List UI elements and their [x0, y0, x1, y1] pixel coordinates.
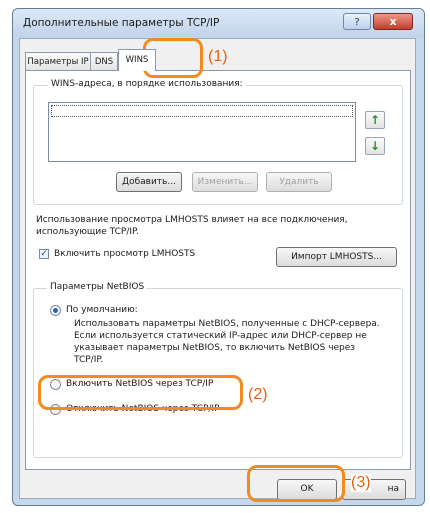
- close-button[interactable]: x: [373, 13, 413, 30]
- netbios-default-description: Использовать параметры NetBIOS, полученн…: [74, 319, 380, 365]
- netbios-group-label: Параметры NetBIOS: [47, 282, 148, 292]
- netbios-default-label: По умолчанию:: [66, 305, 138, 315]
- help-button[interactable]: ?: [343, 13, 371, 30]
- lmhosts-checkbox-label: Включить просмотр LMHOSTS: [54, 249, 196, 259]
- callout-2: (2): [248, 386, 268, 403]
- callout-3: (3): [351, 474, 371, 492]
- callout-1: (1): [208, 48, 228, 65]
- lmhosts-info-text: Использование просмотра LMHOSTS влияет н…: [36, 215, 348, 237]
- netbios-default-radio[interactable]: [50, 305, 61, 316]
- dialog-client-area: Параметры IP DNS WINS WINS-адреса, в пор…: [19, 38, 416, 500]
- netbios-enable-highlight: [38, 375, 243, 410]
- import-lmhosts-button[interactable]: Импорт LMHOSTS...: [276, 247, 397, 267]
- tab-ip-settings[interactable]: Параметры IP: [25, 52, 91, 70]
- move-up-button[interactable]: ↑: [365, 111, 385, 129]
- tab-dns[interactable]: DNS: [90, 52, 118, 70]
- lmhosts-checkbox[interactable]: ✓: [39, 249, 49, 259]
- dialog-title: Дополнительные параметры TCP/IP: [23, 17, 220, 29]
- help-icon: ?: [354, 17, 360, 28]
- tcpip-advanced-dialog: Дополнительные параметры TCP/IP ? x Пара…: [12, 8, 425, 506]
- wins-address-list[interactable]: [48, 102, 356, 162]
- title-bar[interactable]: Дополнительные параметры TCP/IP ? x: [13, 9, 424, 37]
- up-arrow-icon: ↑: [369, 113, 381, 127]
- wins-tab-panel: WINS-адреса, в порядке использования: ↑ …: [25, 70, 411, 470]
- ok-button-highlight: [247, 465, 345, 502]
- wins-group-label: WINS-адреса, в порядке использования:: [48, 79, 246, 89]
- tab-wins[interactable]: WINS: [118, 49, 156, 71]
- add-button[interactable]: Добавить...: [116, 172, 182, 192]
- move-down-button[interactable]: ↓: [365, 137, 385, 155]
- edit-button[interactable]: Изменить...: [192, 172, 258, 192]
- remove-button[interactable]: Удалить: [266, 172, 332, 192]
- down-arrow-icon: ↓: [369, 139, 381, 153]
- list-focus-row: [51, 105, 353, 117]
- close-icon: x: [389, 15, 397, 28]
